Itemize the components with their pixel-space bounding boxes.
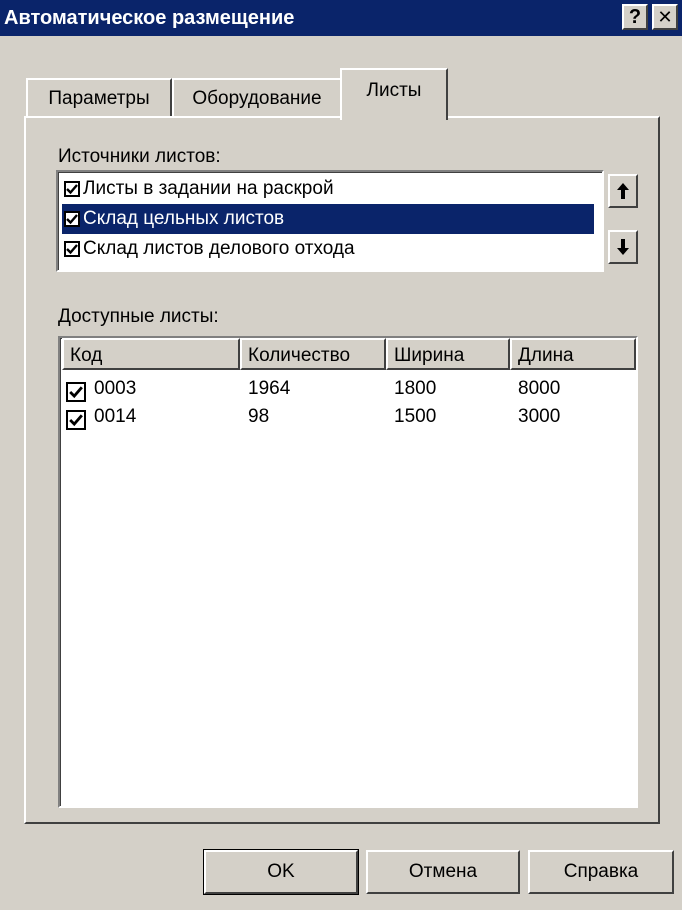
sources-list[interactable]: Листы в задании на раскрой Склад цельных…	[56, 170, 604, 272]
tab-label: Параметры	[48, 88, 150, 109]
checkbox[interactable]	[64, 181, 80, 197]
cell-code: 0014	[94, 406, 137, 427]
table-row[interactable]: 0014 98 1500 3000	[60, 406, 636, 434]
available-sheets-label: Доступные листы:	[58, 306, 219, 327]
close-icon: ✕	[657, 7, 673, 27]
cell-quantity: 1964	[248, 378, 291, 399]
source-item-label: Склад листов делового отхода	[83, 238, 355, 259]
check-icon	[66, 214, 78, 225]
source-item-whole-sheets[interactable]: Склад цельных листов	[62, 204, 594, 234]
move-up-button[interactable]	[608, 174, 638, 208]
column-header-label: Длина	[518, 345, 574, 366]
column-header-label: Ширина	[394, 345, 465, 366]
tab-parameters[interactable]: Параметры	[26, 78, 172, 118]
help-icon: ?	[628, 6, 642, 28]
help-title-button[interactable]: ?	[622, 4, 648, 30]
auto-placement-dialog: Автоматическое размещение ? ✕ Параметры …	[0, 0, 682, 910]
help-button[interactable]: Справка	[528, 850, 674, 894]
column-header-label: Количество	[248, 345, 351, 366]
column-header-length[interactable]: Длина	[510, 338, 636, 370]
check-icon	[69, 414, 83, 427]
checkbox[interactable]	[64, 211, 80, 227]
checkbox[interactable]	[66, 382, 86, 402]
column-header-quantity[interactable]: Количество	[240, 338, 386, 370]
source-item-label: Склад цельных листов	[83, 208, 285, 229]
checkbox[interactable]	[66, 410, 86, 430]
check-icon	[66, 244, 78, 255]
arrow-up-icon	[617, 183, 629, 199]
close-button[interactable]: ✕	[652, 4, 678, 30]
source-item-scrap-sheets[interactable]: Склад листов делового отхода	[62, 234, 594, 264]
move-down-button[interactable]	[608, 230, 638, 264]
window-title: Автоматическое размещение	[4, 7, 295, 29]
cell-quantity: 98	[248, 406, 270, 427]
ok-button[interactable]: OK	[203, 849, 359, 895]
cell-length: 8000	[518, 378, 561, 399]
tab-label: Листы	[366, 80, 422, 101]
cell-length: 3000	[518, 406, 561, 427]
column-header-code[interactable]: Код	[62, 338, 240, 370]
cancel-button[interactable]: Отмена	[366, 850, 520, 894]
sources-label: Источники листов:	[58, 146, 221, 167]
table-row[interactable]: 0003 1964 1800 8000	[60, 378, 636, 406]
tab-label: Оборудование	[192, 88, 322, 109]
checkbox[interactable]	[64, 241, 80, 257]
tab-panel-sheets: Источники листов: Листы в задании на рас…	[24, 116, 660, 824]
tab-equipment[interactable]: Оборудование	[172, 78, 342, 118]
title-bar: Автоматическое размещение ? ✕	[0, 0, 682, 36]
check-icon	[66, 184, 78, 195]
available-sheets-table[interactable]: Код Количество Ширина Длина 0003 1964 18…	[58, 336, 638, 808]
arrow-down-icon	[617, 239, 629, 255]
source-item-task-sheets[interactable]: Листы в задании на раскрой	[62, 174, 594, 204]
check-icon	[69, 386, 83, 399]
column-header-width[interactable]: Ширина	[386, 338, 510, 370]
column-header-label: Код	[70, 345, 103, 366]
tab-sheets[interactable]: Листы	[340, 68, 448, 120]
cell-width: 1800	[394, 378, 437, 399]
cell-width: 1500	[394, 406, 437, 427]
cell-code: 0003	[94, 378, 137, 399]
source-item-label: Листы в задании на раскрой	[83, 178, 334, 199]
